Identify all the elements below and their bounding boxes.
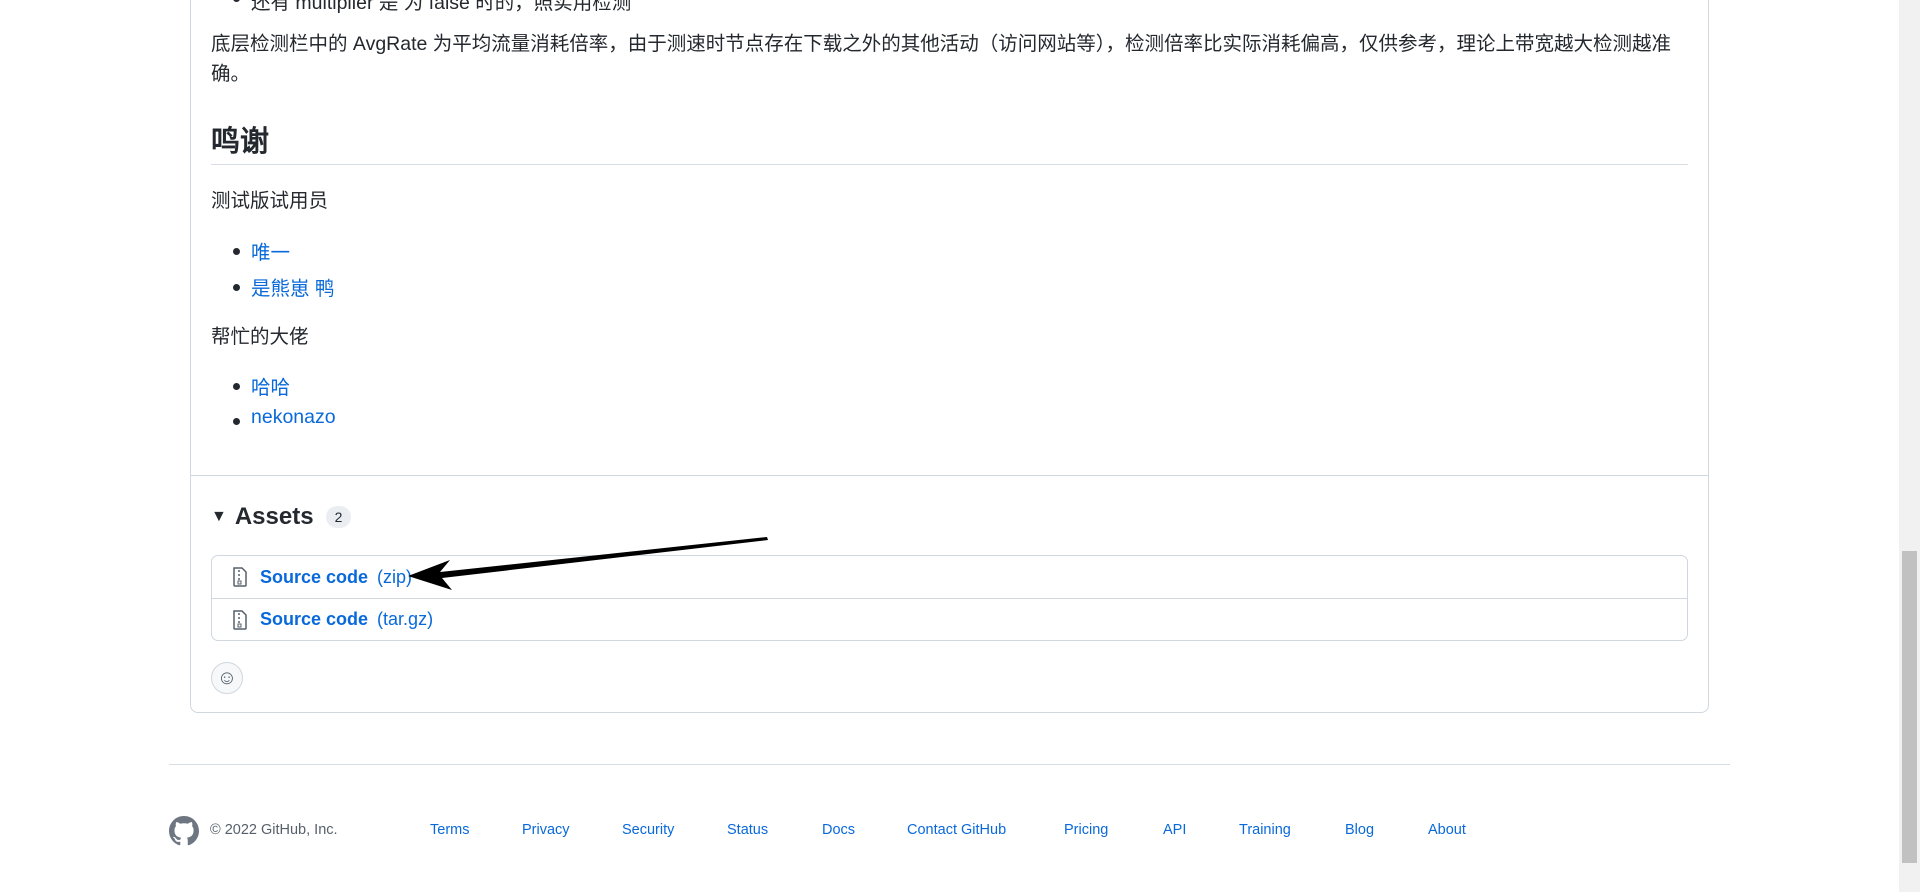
footer-link-docs[interactable]: Docs — [822, 822, 855, 838]
footer-link-training[interactable]: Training — [1239, 822, 1291, 838]
github-logo-icon — [169, 816, 199, 846]
footer-link-security[interactable]: Security — [622, 822, 674, 838]
scrollbar[interactable] — [1899, 0, 1920, 892]
smiley-icon: ☺ — [216, 666, 238, 689]
footer-divider — [169, 764, 1730, 765]
footer-link-contact[interactable]: Contact GitHub — [907, 822, 1006, 838]
scrollbar-thumb[interactable] — [1902, 551, 1917, 863]
add-reaction-button[interactable]: ☺ — [211, 662, 243, 694]
footer-link-status[interactable]: Status — [727, 822, 768, 838]
footer-link-terms[interactable]: Terms — [430, 822, 469, 838]
footer-link-pricing[interactable]: Pricing — [1064, 822, 1108, 838]
footer-link-privacy[interactable]: Privacy — [522, 822, 570, 838]
footer-link-api[interactable]: API — [1163, 822, 1186, 838]
footer-link-blog[interactable]: Blog — [1345, 822, 1374, 838]
annotation-arrow — [408, 537, 768, 590]
footer-link-about[interactable]: About — [1428, 822, 1466, 838]
copyright: © 2022 GitHub, Inc. — [210, 822, 338, 838]
